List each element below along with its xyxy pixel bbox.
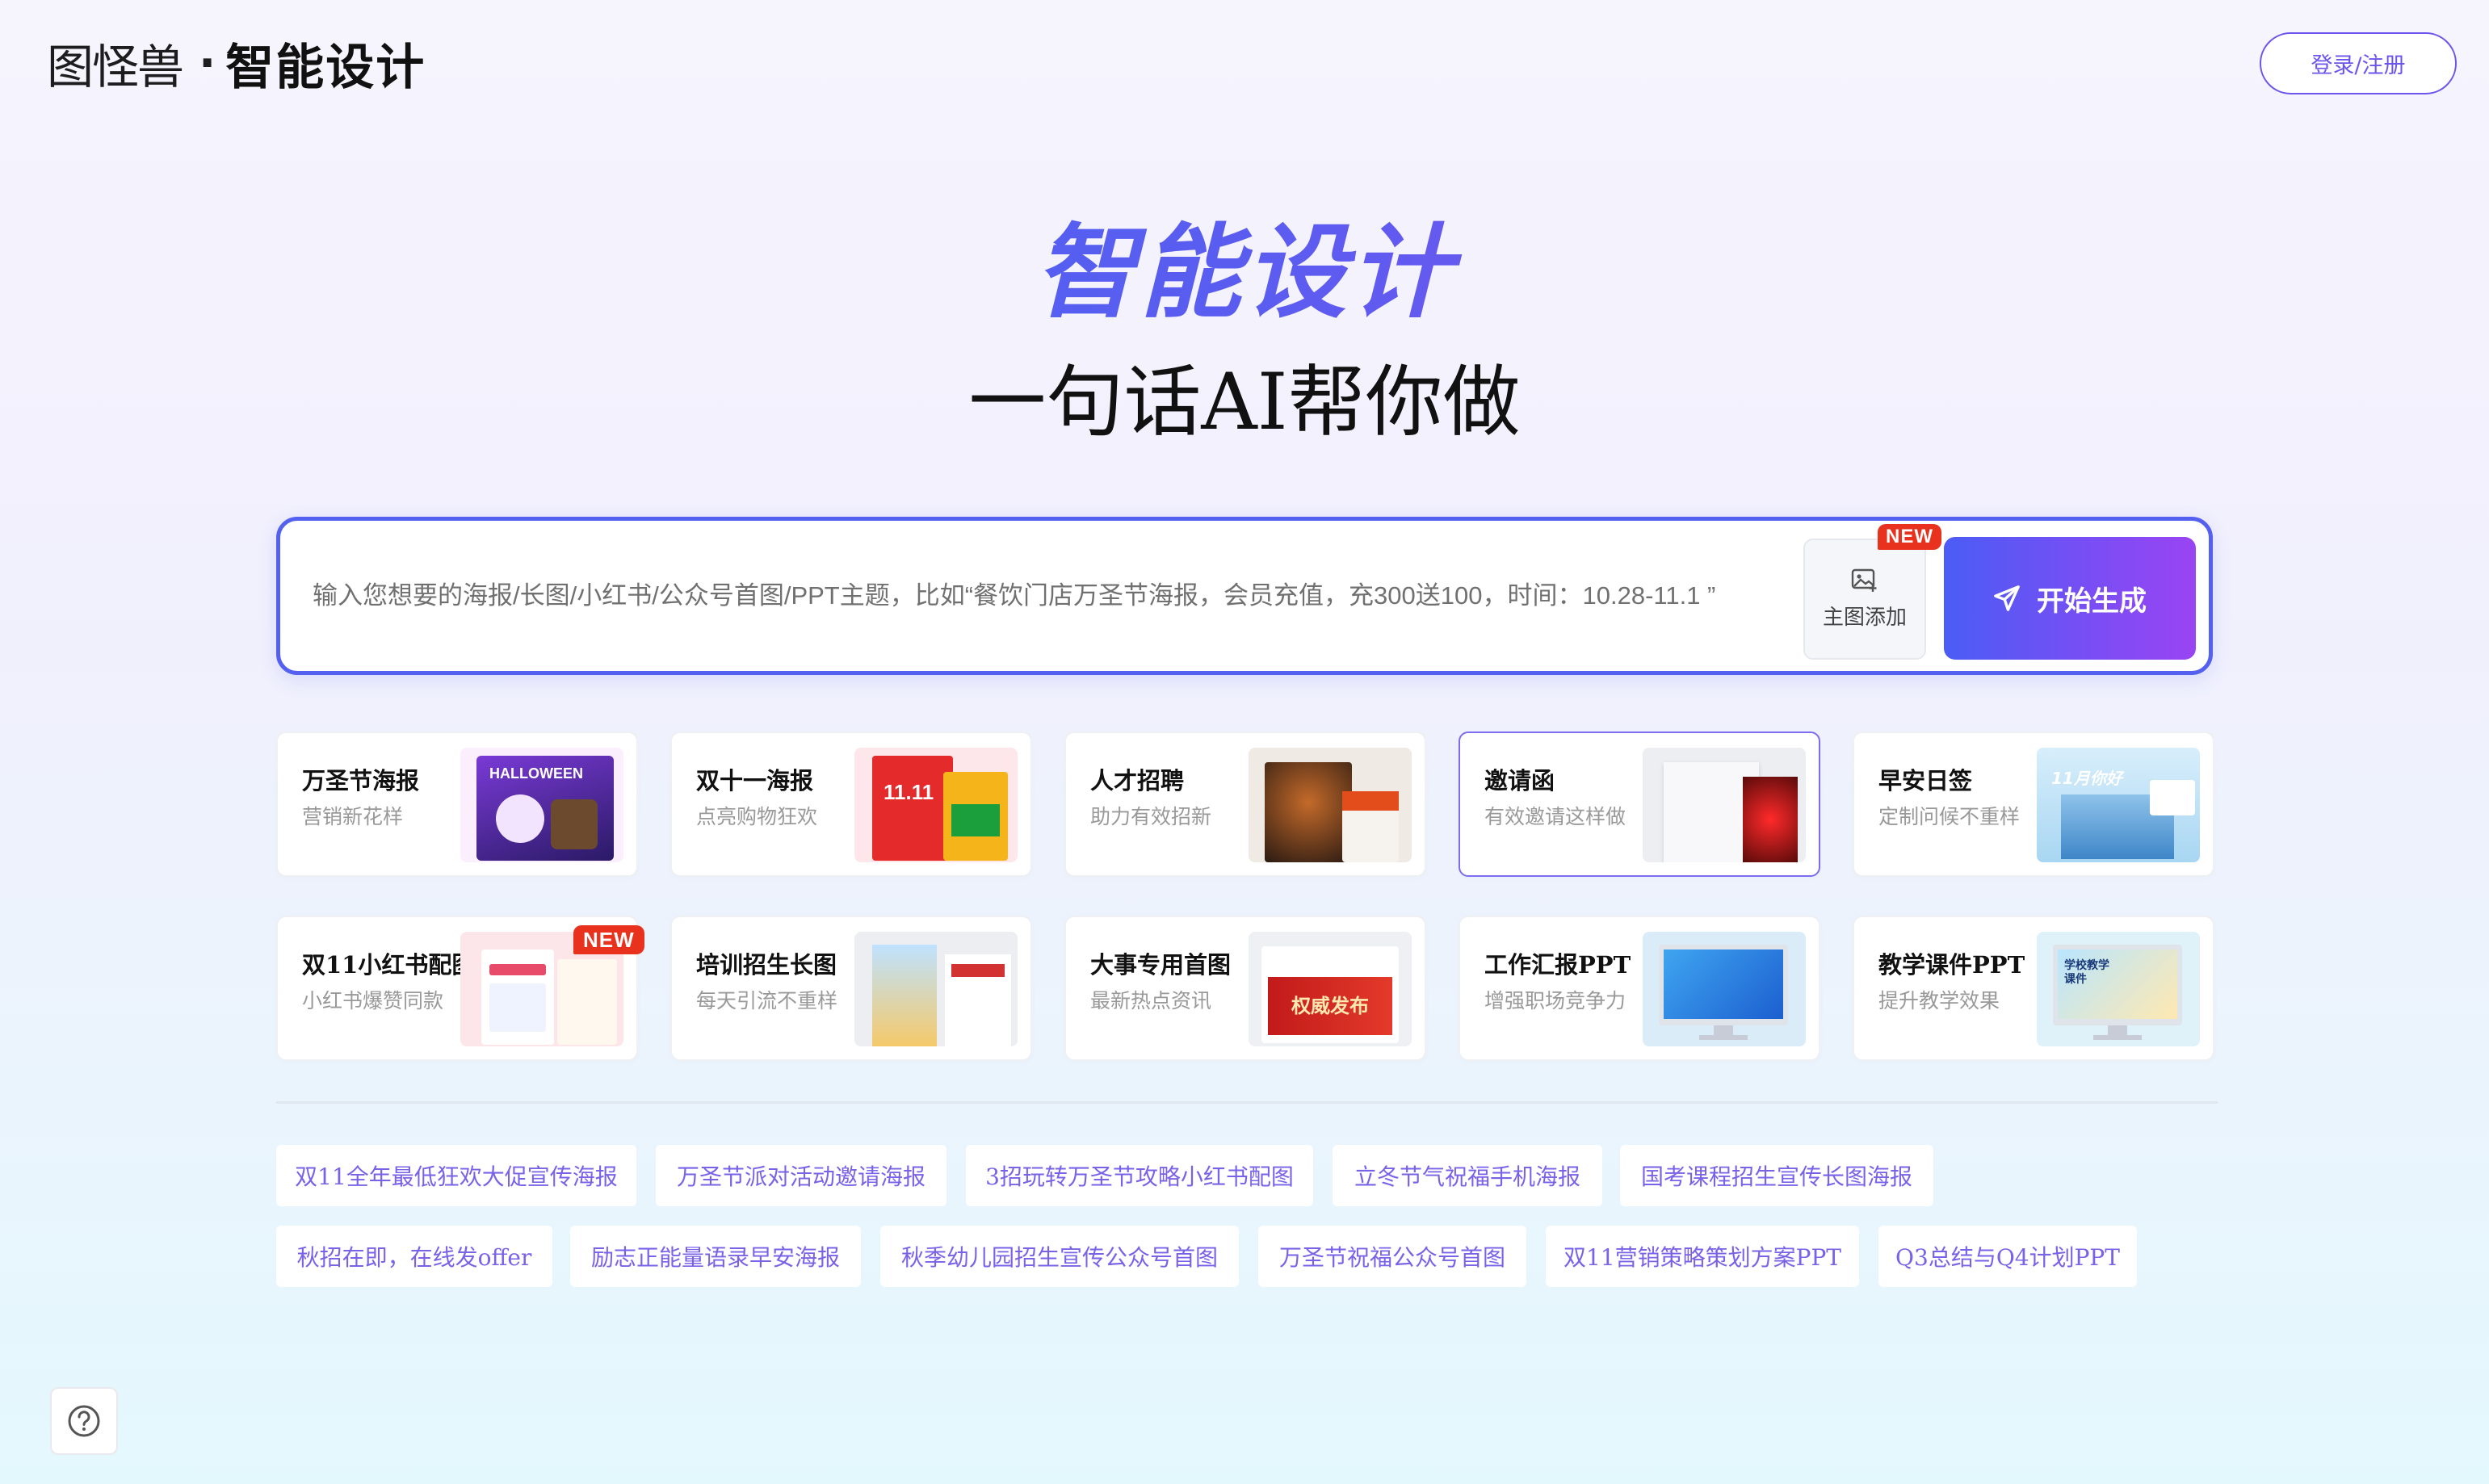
thumb-text: HALLOWEEN [489, 765, 583, 782]
card-desc: 最新热点资讯 [1090, 989, 1212, 1012]
login-register-button[interactable]: 登录/注册 [2260, 32, 2457, 94]
card-desc: 助力有效招新 [1090, 805, 1212, 828]
card-title: 教学课件PPT [1878, 951, 2025, 979]
card-thumbnail: 11.11 [854, 748, 1018, 862]
card-desc: 定制问候不重样 [1878, 805, 2021, 828]
help-button[interactable] [50, 1387, 118, 1455]
card-title: 早安日签 [1878, 767, 1973, 794]
card-thumbnail: 学校教学课件 [2037, 932, 2200, 1046]
question-circle-icon [68, 1405, 100, 1437]
suggestion-tag[interactable]: 双11全年最低狂欢大促宣传海报 [276, 1145, 636, 1206]
category-card-training-long-image[interactable]: 培训招生长图 每天引流不重样 [670, 916, 1032, 1061]
category-card-major-news-cover[interactable]: 大事专用首图 最新热点资讯 权威发布 [1064, 916, 1426, 1061]
category-card-halloween-poster[interactable]: 万圣节海报 营销新花样 HALLOWEEN [276, 732, 638, 877]
card-title: 双11小红书配图 [302, 951, 476, 979]
card-desc: 有效邀请这样做 [1484, 805, 1626, 828]
send-icon [1994, 585, 2020, 611]
logo-wordmark: 图怪兽 [47, 40, 184, 94]
thumb-text: 11月你好 [2051, 769, 2122, 788]
card-thumbnail [1249, 748, 1412, 862]
category-card-recruitment[interactable]: 人才招聘 助力有效招新 [1064, 732, 1426, 877]
card-thumbnail [1643, 932, 1806, 1046]
image-add-icon [1851, 568, 1877, 592]
generate-button[interactable]: 开始生成 [1944, 537, 2196, 660]
main-image-add-button[interactable]: NEW 主图添加 [1803, 524, 1941, 660]
card-desc: 点亮购物狂欢 [696, 805, 818, 828]
suggestion-tag[interactable]: Q3总结与Q4计划PPT [1878, 1226, 2137, 1287]
new-badge: NEW [1878, 524, 1941, 550]
logo-product-name: 智能设计 [225, 39, 426, 96]
card-desc: 营销新花样 [302, 805, 404, 828]
card-desc: 每天引流不重样 [696, 989, 838, 1012]
category-card-morning-sign[interactable]: 早安日签 定制问候不重样 11月你好 [1853, 732, 2214, 877]
suggestion-tag[interactable]: 励志正能量语录早安海报 [570, 1226, 861, 1287]
card-desc: 小红书爆赞同款 [302, 989, 444, 1012]
card-thumbnail: 11月你好 [2037, 748, 2200, 862]
generate-label: 开始生成 [2037, 585, 2147, 618]
card-thumbnail [1643, 748, 1806, 862]
suggestion-tag[interactable]: 万圣节祝福公众号首图 [1258, 1226, 1526, 1287]
suggestion-tag[interactable]: 国考课程招生宣传长图海报 [1620, 1145, 1933, 1206]
prompt-input[interactable] [313, 521, 1815, 671]
category-card-teaching-courseware-ppt[interactable]: 教学课件PPT 提升教学效果 学校教学课件 [1853, 916, 2214, 1061]
suggestion-tag[interactable]: 双11营销策略策划方案PPT [1546, 1226, 1859, 1287]
site-logo[interactable]: 图怪兽 · 智能设计 [40, 31, 426, 96]
prompt-box: NEW 主图添加 开始生成 [276, 517, 2213, 675]
card-title: 万圣节海报 [302, 767, 420, 794]
thumb-text: 学校教学课件 [2064, 959, 2109, 986]
card-title: 人才招聘 [1090, 767, 1185, 794]
card-title: 邀请函 [1484, 767, 1555, 794]
suggestion-tag[interactable]: 3招玩转万圣节攻略小红书配图 [966, 1145, 1313, 1206]
category-card-double11-poster[interactable]: 双十一海报 点亮购物狂欢 11.11 [670, 732, 1032, 877]
category-card-xiaohongshu-double11[interactable]: 双11小红书配图 小红书爆赞同款 NEW [276, 916, 644, 1061]
card-thumbnail: 权威发布 [1249, 932, 1412, 1046]
suggestion-tag[interactable]: 秋招在即，在线发offer [276, 1226, 552, 1287]
card-desc: 提升教学效果 [1878, 989, 2000, 1012]
hero-title: 智能设计 [0, 191, 2489, 337]
category-card-work-report-ppt[interactable]: 工作汇报PPT 增强职场竞争力 [1459, 916, 1820, 1061]
card-desc: 增强职场竞争力 [1484, 989, 1626, 1012]
card-title: 双十一海报 [696, 767, 814, 794]
hero-subtitle: 一句话AI帮你做 [968, 357, 1521, 447]
logo-separator: · [199, 36, 216, 90]
card-title: 工作汇报PPT [1484, 951, 1631, 979]
section-divider [276, 1101, 2218, 1104]
suggestion-tag[interactable]: 立冬节气祝福手机海报 [1333, 1145, 1602, 1206]
main-image-add-label: 主图添加 [1822, 605, 1907, 630]
thumb-text: 权威发布 [1291, 994, 1369, 1017]
card-title: 大事专用首图 [1090, 951, 1232, 979]
thumb-text: 11.11 [884, 780, 934, 804]
card-title: 培训招生长图 [696, 951, 837, 979]
suggestion-tag[interactable]: 秋季幼儿园招生宣传公众号首图 [880, 1226, 1239, 1287]
card-thumbnail: HALLOWEEN [460, 748, 623, 862]
category-card-invitation[interactable]: 邀请函 有效邀请这样做 [1459, 732, 1820, 877]
new-badge: NEW [573, 925, 644, 954]
card-thumbnail [854, 932, 1018, 1046]
suggestion-tag[interactable]: 万圣节派对活动邀请海报 [656, 1145, 946, 1206]
